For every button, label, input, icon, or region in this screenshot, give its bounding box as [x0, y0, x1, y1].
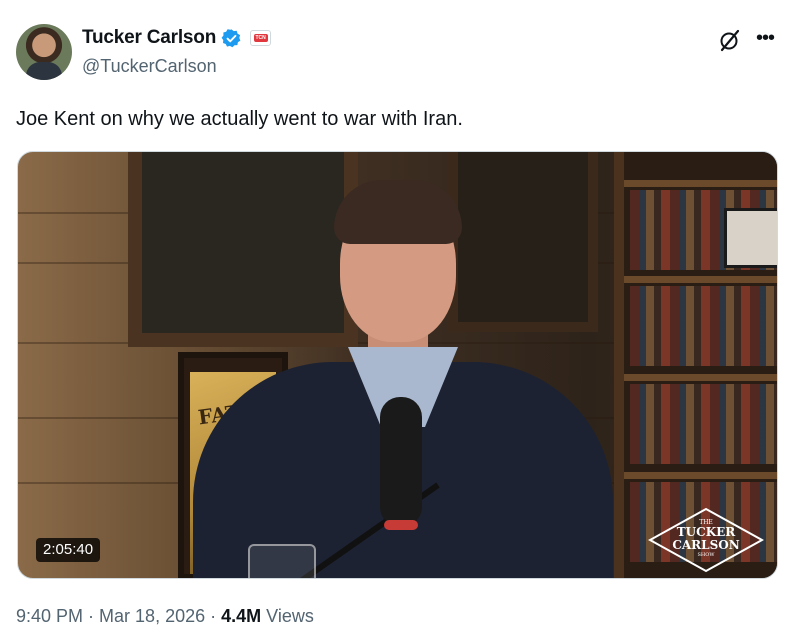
background-frame — [448, 152, 598, 332]
microphone-label — [384, 520, 418, 530]
show-logo-line2: CARLSON — [672, 538, 740, 552]
grok-icon[interactable] — [718, 28, 742, 52]
books — [630, 384, 777, 464]
shelf-board — [624, 374, 777, 381]
meta-separator: · — [205, 606, 222, 626]
affiliate-badge-label: TCN — [253, 34, 268, 42]
views-count: 4.4M — [221, 606, 262, 626]
more-options-icon[interactable]: ••• — [754, 28, 776, 50]
meta-separator: · — [83, 606, 100, 626]
author-avatar[interactable] — [16, 24, 72, 80]
water-glass — [248, 544, 316, 578]
person-hair — [334, 180, 462, 244]
show-logo-show: SHOW — [697, 552, 715, 558]
author-name-row: Tucker Carlson TCN — [82, 27, 272, 49]
show-logo: THE TUCKER CARLSON SHOW — [648, 507, 764, 573]
books — [630, 286, 777, 366]
affiliate-badge-icon[interactable]: TCN — [250, 30, 272, 46]
framed-photo — [724, 208, 777, 268]
shelf-board — [624, 472, 777, 479]
views-label: Views — [261, 606, 314, 626]
background-window — [128, 152, 358, 347]
tweet-text: Joe Kent on why we actually went to war … — [16, 108, 463, 130]
tweet-date[interactable]: Mar 18, 2026 — [99, 606, 205, 626]
show-logo-text: THE TUCKER CARLSON SHOW — [648, 519, 764, 559]
video-duration: 2:05:40 — [36, 538, 101, 562]
shelf-board — [624, 276, 777, 283]
microphone — [380, 397, 422, 527]
shelf-board — [624, 180, 777, 187]
verified-badge-icon — [221, 28, 241, 47]
video-player[interactable]: FATI 2:05:40 THE TUCKER CARLSON SHOW — [17, 151, 778, 579]
tweet-meta: 9:40 PM · Mar 18, 2026 · 4.4M Views — [16, 606, 314, 627]
tweet-time[interactable]: 9:40 PM — [16, 606, 83, 626]
author-handle[interactable]: @TuckerCarlson — [82, 56, 217, 77]
author-display-name[interactable]: Tucker Carlson — [82, 27, 216, 49]
avatar-shirt — [26, 62, 62, 80]
